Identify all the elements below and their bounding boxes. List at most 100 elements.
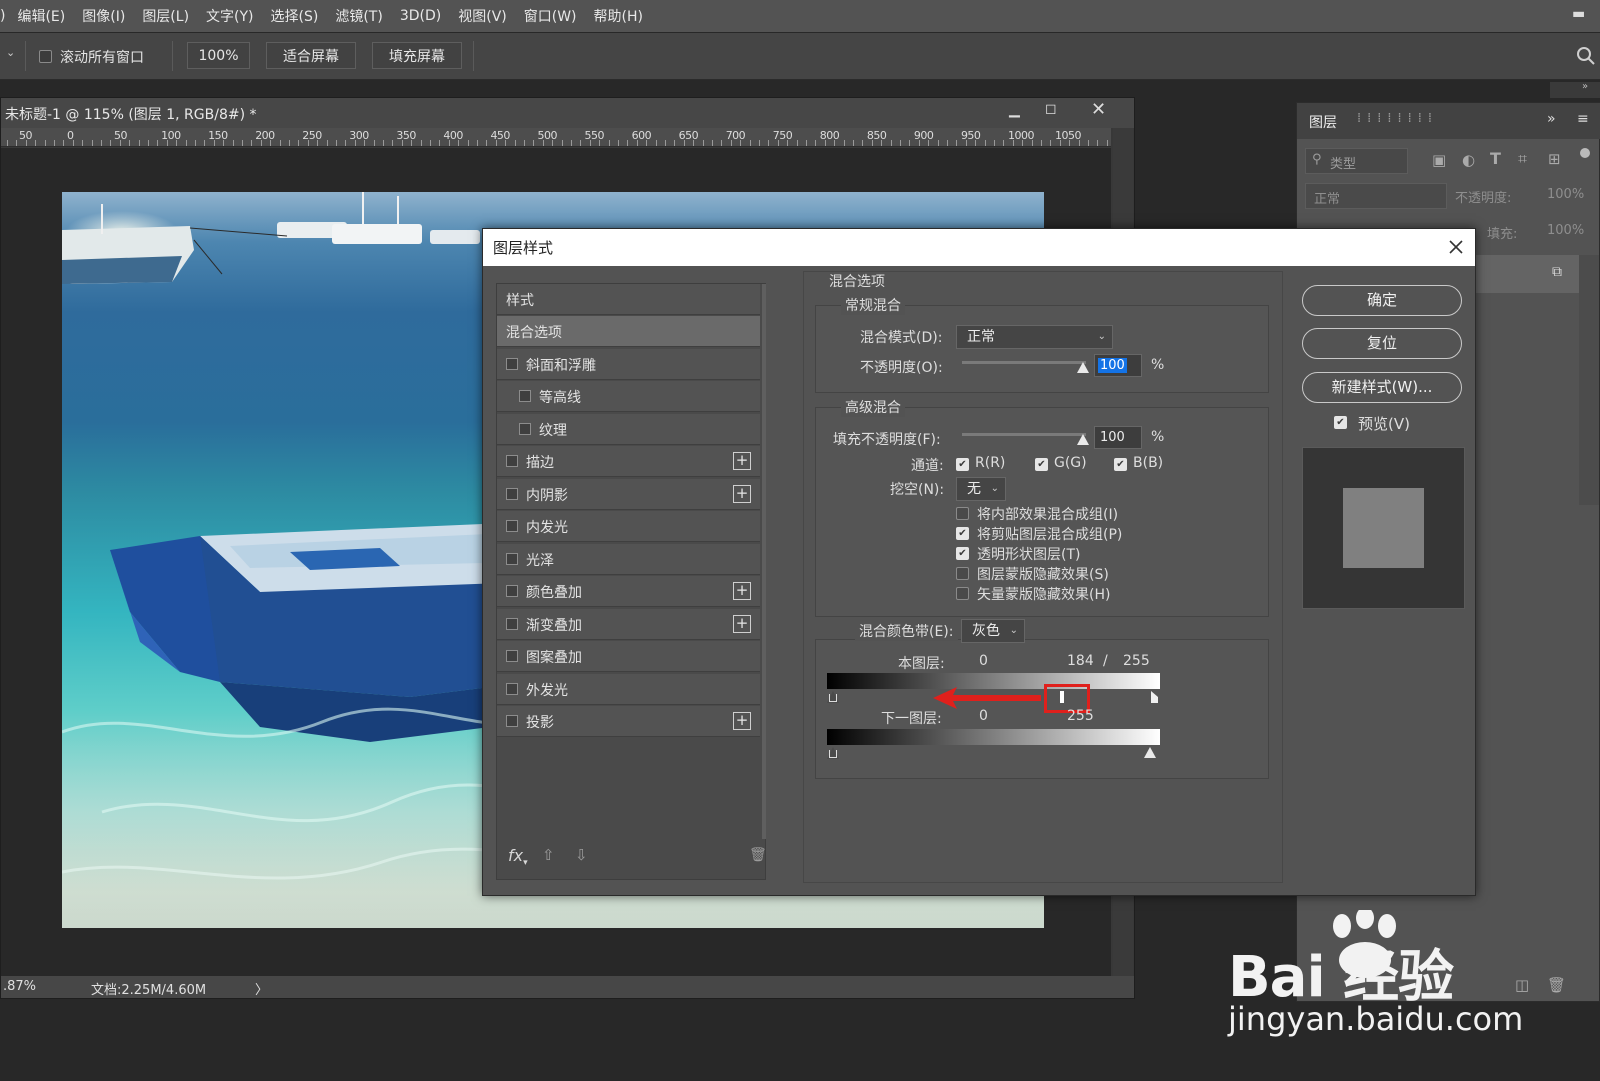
layer-filter-select[interactable]: ⚲ 类型 — [1305, 148, 1408, 174]
doc-maximize-icon[interactable]: ◻ — [1045, 101, 1057, 117]
panel-menu-icon[interactable]: ≡ — [1577, 111, 1589, 127]
menu-item-3d[interactable]: 3D(D) — [400, 8, 441, 24]
zoom-100-button[interactable]: 100% — [187, 42, 250, 69]
scroll-all-checkbox[interactable] — [39, 50, 52, 63]
doc-minimize-icon[interactable]: ▁ — [1009, 102, 1020, 118]
ok-button[interactable]: 确定 — [1302, 285, 1462, 316]
style-item-12[interactable]: 投影 + — [497, 706, 760, 737]
panel-expand-icon[interactable]: » — [1547, 111, 1556, 127]
add-effect-icon[interactable]: + — [733, 712, 751, 730]
under-layer-white-handle[interactable] — [1144, 747, 1156, 758]
tab-layers[interactable]: 图层 — [1309, 112, 1337, 132]
blend-mode-select[interactable]: 正常 ⌄ — [956, 325, 1113, 349]
blend-if-select[interactable]: 灰色 ⌄ — [961, 619, 1025, 643]
advanced-option-checkbox[interactable] — [956, 587, 969, 600]
style-item-5[interactable]: 内阴影 + — [497, 478, 760, 510]
panel-collapse-bar[interactable]: » — [1550, 81, 1600, 98]
style-item-6[interactable]: 内发光 — [497, 511, 760, 542]
chevron-down-icon[interactable]: ⌄ — [6, 46, 15, 59]
menu-item-window[interactable]: 窗口(W) — [524, 6, 577, 26]
channel-g-checkbox[interactable]: ✔ — [1035, 458, 1048, 471]
fx-icon[interactable]: fx▾ — [508, 846, 528, 868]
advanced-option-checkbox[interactable] — [956, 567, 969, 580]
advanced-option-checkbox[interactable]: ✔ — [956, 547, 969, 560]
opacity-slider-handle[interactable] — [1077, 362, 1089, 373]
style-item-3[interactable]: 纹理 — [497, 413, 760, 445]
style-item-9[interactable]: 渐变叠加 + — [497, 608, 760, 640]
advanced-option-checkbox[interactable]: ✔ — [956, 527, 969, 540]
menu-item-view[interactable]: 视图(V) — [458, 6, 507, 26]
style-checkbox[interactable] — [506, 487, 518, 500]
menu-item-type[interactable]: 文字(Y) — [206, 6, 253, 26]
minimize-icon[interactable]: ▬ — [1572, 6, 1588, 22]
style-item-7[interactable]: 光泽 — [497, 543, 760, 575]
fill-opacity-slider-handle[interactable] — [1077, 434, 1089, 445]
fill-opacity-input[interactable]: 100 — [1094, 426, 1142, 449]
style-checkbox[interactable] — [506, 617, 518, 630]
menu-item-layer[interactable]: 图层(L) — [142, 6, 189, 26]
move-up-icon[interactable]: ⇧ — [542, 846, 555, 864]
panel-tab-icons[interactable]: ⁞⁞⁞⁞⁞⁞⁞⁞ — [1357, 111, 1438, 126]
search-icon[interactable] — [1576, 46, 1596, 66]
move-down-icon[interactable]: ⇩ — [575, 846, 588, 864]
reset-button[interactable]: 复位 — [1302, 328, 1462, 359]
knockout-select[interactable]: 无 ⌄ — [956, 477, 1006, 501]
style-checkbox[interactable] — [506, 650, 518, 662]
style-checkbox[interactable] — [506, 715, 518, 727]
close-icon[interactable] — [1448, 239, 1464, 255]
image-filter-icon[interactable]: ▣ — [1432, 151, 1446, 169]
fit-screen-button[interactable]: 适合屏幕 — [266, 42, 356, 69]
shape-filter-icon[interactable]: ⌗ — [1518, 149, 1527, 169]
styles-header[interactable]: 样式 — [497, 284, 760, 315]
menu-item-image[interactable]: 图像(I) — [82, 6, 125, 26]
add-effect-icon[interactable]: + — [733, 582, 751, 600]
style-checkbox[interactable] — [506, 520, 518, 532]
layer-opacity-value[interactable]: 100% — [1547, 187, 1584, 202]
add-effect-icon[interactable]: + — [733, 452, 751, 470]
style-checkbox[interactable] — [519, 390, 531, 402]
style-checkbox[interactable] — [506, 585, 518, 597]
advanced-option-checkbox[interactable] — [956, 507, 969, 520]
trash-icon[interactable]: 🗑 — [749, 847, 767, 863]
status-arrow-icon[interactable]: 〉 — [255, 979, 268, 998]
under-layer-gradient[interactable] — [827, 729, 1160, 745]
fill-screen-button[interactable]: 填充屏幕 — [372, 42, 462, 69]
channel-r-checkbox[interactable]: ✔ — [956, 458, 969, 471]
opacity-input[interactable]: 100 — [1094, 354, 1142, 377]
style-item-0[interactable]: 混合选项 — [497, 316, 760, 347]
layers-scrollbar[interactable] — [1579, 255, 1599, 505]
menu-item-edit[interactable]: 编辑(E) — [17, 6, 65, 26]
filter-toggle-icon[interactable] — [1580, 148, 1590, 158]
style-checkbox[interactable] — [506, 552, 518, 565]
type-filter-icon[interactable]: T — [1490, 149, 1501, 168]
add-effect-icon[interactable]: + — [733, 484, 751, 503]
menu-item-file[interactable]: ) — [0, 8, 5, 24]
channel-b-checkbox[interactable]: ✔ — [1114, 458, 1127, 471]
preview-checkbox[interactable]: ✔ — [1334, 416, 1347, 429]
opacity-slider-track[interactable] — [962, 361, 1086, 364]
chevron-down-icon: ⌄ — [990, 483, 999, 494]
style-item-10[interactable]: 图案叠加 — [497, 641, 760, 672]
status-zoom[interactable]: .87% — [3, 979, 36, 994]
style-checkbox[interactable] — [506, 357, 518, 370]
menu-item-select[interactable]: 选择(S) — [271, 6, 319, 26]
layer-blend-mode-select[interactable]: 正常 — [1305, 183, 1447, 209]
style-item-1[interactable]: 斜面和浮雕 — [497, 348, 760, 380]
smart-object-filter-icon[interactable]: ⊞ — [1548, 150, 1561, 168]
style-checkbox[interactable] — [506, 682, 518, 695]
styles-scrollbar[interactable] — [762, 284, 766, 839]
adjustment-filter-icon[interactable]: ◐ — [1462, 151, 1475, 169]
add-effect-icon[interactable]: + — [733, 614, 751, 633]
style-item-4[interactable]: 描边 + — [497, 446, 760, 477]
menu-item-filter[interactable]: 滤镜(T) — [335, 6, 382, 26]
style-item-8[interactable]: 颜色叠加 + — [497, 576, 760, 607]
new-style-button[interactable]: 新建样式(W)... — [1302, 372, 1462, 403]
fill-opacity-slider-track[interactable] — [962, 433, 1086, 436]
style-checkbox[interactable] — [519, 422, 531, 435]
doc-close-icon[interactable]: ✕ — [1091, 99, 1106, 120]
style-item-11[interactable]: 外发光 — [497, 673, 760, 705]
menu-item-help[interactable]: 帮助(H) — [594, 6, 643, 26]
style-item-2[interactable]: 等高线 — [497, 381, 760, 412]
layer-fill-value[interactable]: 100% — [1547, 223, 1584, 238]
style-checkbox[interactable] — [506, 455, 518, 467]
